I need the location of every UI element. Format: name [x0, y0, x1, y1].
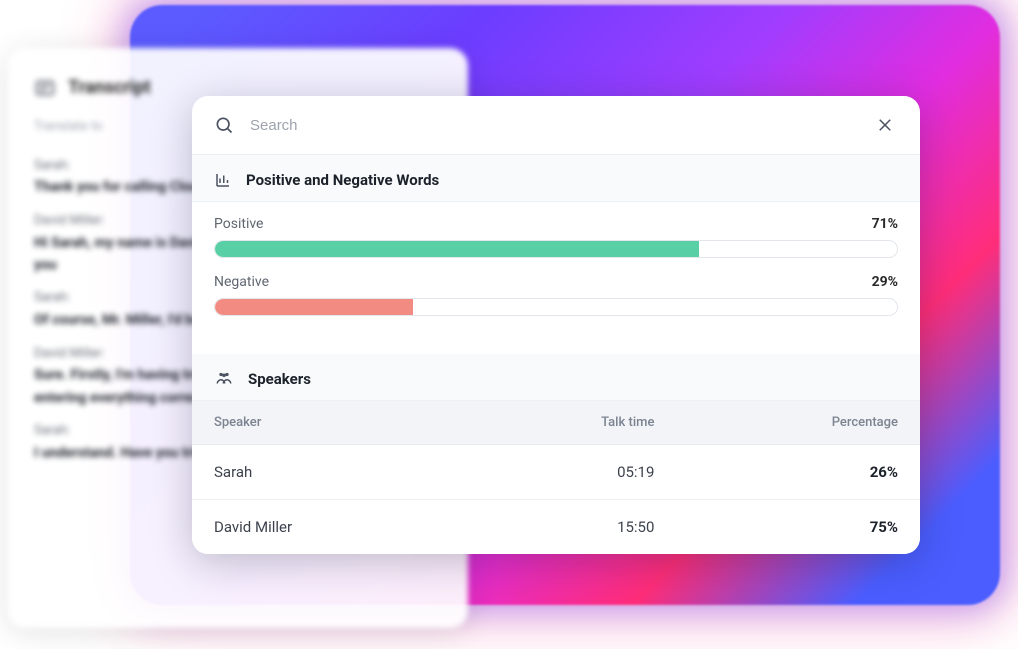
speaker-pct: 75%: [676, 500, 920, 555]
transcript-title: Transcript: [68, 74, 151, 103]
table-row: Sarah 05:19 26%: [192, 445, 920, 500]
negative-label: Negative: [214, 274, 269, 290]
col-speaker: Speaker: [192, 401, 462, 445]
speakers-section-header: Speakers: [192, 354, 920, 401]
sentiment-bars: Positive 71% Negative 29%: [192, 202, 920, 354]
negative-bar-track: [214, 298, 898, 316]
negative-value: 29%: [872, 274, 898, 290]
speaker-name: Sarah: [192, 445, 462, 500]
close-button[interactable]: [872, 112, 898, 138]
sentiment-title: Positive and Negative Words: [246, 171, 439, 189]
search-input[interactable]: [250, 117, 856, 134]
close-icon: [876, 116, 894, 134]
table-header-row: Speaker Talk time Percentage: [192, 401, 920, 445]
col-percentage: Percentage: [676, 401, 920, 445]
speakers-table: Speaker Talk time Percentage Sarah 05:19…: [192, 401, 920, 554]
speaker-time: 05:19: [462, 445, 677, 500]
col-talktime: Talk time: [462, 401, 677, 445]
search-icon: [214, 115, 234, 135]
people-icon: [214, 370, 234, 388]
speakers-title: Speakers: [248, 370, 311, 388]
bar-chart-icon: [214, 171, 232, 189]
analytics-panel: Positive and Negative Words Positive 71%…: [192, 96, 920, 554]
speaker-name: David Miller: [192, 500, 462, 555]
sentiment-section-header: Positive and Negative Words: [192, 155, 920, 202]
negative-bar-fill: [215, 299, 413, 315]
positive-value: 71%: [872, 216, 898, 232]
search-row: [192, 96, 920, 155]
positive-bar-fill: [215, 241, 699, 257]
positive-bar-track: [214, 240, 898, 258]
speaker-time: 15:50: [462, 500, 677, 555]
positive-label: Positive: [214, 216, 263, 232]
speaker-pct: 26%: [676, 445, 920, 500]
positive-row: Positive 71%: [214, 216, 898, 232]
negative-row: Negative 29%: [214, 274, 898, 290]
table-row: David Miller 15:50 75%: [192, 500, 920, 555]
transcript-icon: [34, 77, 56, 99]
